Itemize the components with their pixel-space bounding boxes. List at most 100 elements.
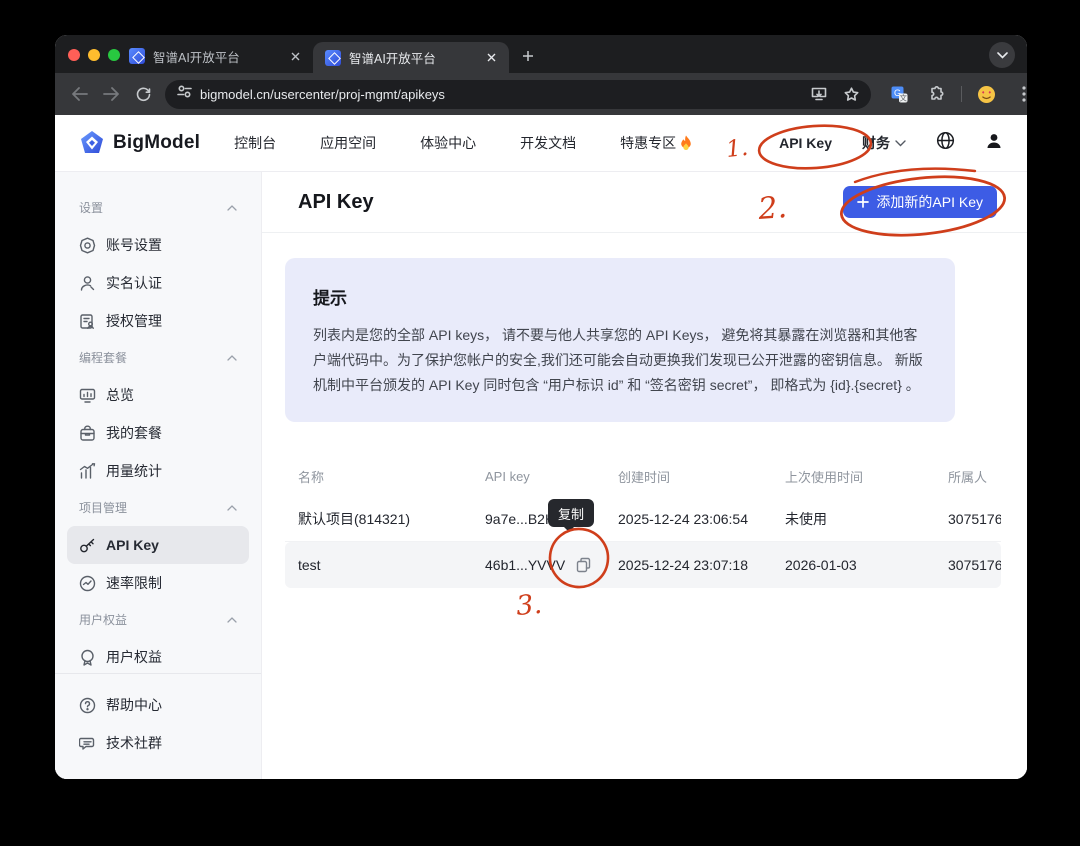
address-bar[interactable]: bigmodel.cn/usercenter/proj-mgmt/apikeys <box>165 80 871 109</box>
sidebar-item-account-settings[interactable]: 账号设置 <box>67 226 249 264</box>
minimize-window-button[interactable] <box>88 49 100 61</box>
browser-tab-2-active[interactable]: 智谱AI开放平台 <box>313 42 509 73</box>
document-person-icon <box>79 313 96 330</box>
add-api-key-button[interactable]: 添加新的API Key <box>843 186 997 218</box>
extensions-icon[interactable] <box>923 80 951 108</box>
translate-icon[interactable]: G 文 <box>885 80 913 108</box>
item-label: 速率限制 <box>106 573 162 593</box>
chevron-up-icon <box>227 617 237 623</box>
item-label: 账号设置 <box>106 235 162 255</box>
col-header-name: 名称 <box>298 467 485 486</box>
tab-title: 智谱AI开放平台 <box>349 48 475 67</box>
group-label: 设置 <box>79 199 103 216</box>
col-header-api-key: API key <box>485 469 618 484</box>
plus-icon <box>857 196 869 208</box>
browser-toolbar: bigmodel.cn/usercenter/proj-mgmt/apikeys… <box>55 73 1027 115</box>
nav-item-finance[interactable]: 财务 <box>862 133 906 153</box>
copy-icon[interactable] <box>574 556 592 574</box>
chat-bubbles-icon <box>79 735 96 752</box>
group-label: 用户权益 <box>79 611 127 628</box>
profile-avatar[interactable] <box>972 80 1000 108</box>
close-window-button[interactable] <box>68 49 80 61</box>
site-info-icon[interactable] <box>177 84 192 104</box>
api-key-text: 9a7e...B2H <box>485 511 555 527</box>
site-favicon <box>129 48 145 64</box>
install-app-icon[interactable] <box>807 82 831 106</box>
nav-item-console[interactable]: 控制台 <box>234 133 276 153</box>
item-label: 用户权益 <box>106 647 162 667</box>
tooltip-label: 复制 <box>558 504 584 523</box>
sidebar-group-coding-plan[interactable]: 编程套餐 <box>67 340 249 376</box>
group-label: 编程套餐 <box>79 349 127 366</box>
tab-search-button[interactable] <box>989 42 1015 68</box>
sidebar-item-user-benefits[interactable]: 用户权益 <box>67 638 249 673</box>
notice-title: 提示 <box>313 284 927 309</box>
api-key-text: 46b1...YVVV <box>485 557 565 573</box>
table-header-row: 名称 API key 创建时间 上次使用时间 所属人 <box>285 456 1001 496</box>
page-title: API Key <box>298 191 374 214</box>
cell-last-used: 未使用 <box>785 509 948 529</box>
dashboard-icon <box>79 387 96 404</box>
sidebar-item-rate-limit[interactable]: 速率限制 <box>67 564 249 602</box>
person-icon <box>79 275 96 292</box>
sidebar-group-settings[interactable]: 设置 <box>67 190 249 226</box>
reload-icon[interactable] <box>129 80 157 108</box>
toolbar-divider <box>961 86 962 102</box>
tab-close-icon[interactable] <box>287 48 303 64</box>
bar-chart-icon <box>79 463 96 480</box>
sidebar-item-tech-community[interactable]: 技术社群 <box>67 724 249 762</box>
col-header-owner: 所属人 <box>948 467 1001 486</box>
site-favicon <box>325 50 341 66</box>
browser-tab-1[interactable]: 智谱AI开放平台 <box>117 39 313 73</box>
col-header-created: 创建时间 <box>618 467 785 486</box>
table-row[interactable]: test 46b1...YVVV 2025-12-24 23:07:18 <box>285 542 1001 588</box>
chrome-menu-icon[interactable] <box>1010 80 1027 108</box>
cell-owner: 30751766 <box>948 511 1001 527</box>
sidebar: 设置 账号设置 实名认证 <box>55 172 262 779</box>
tab-strip: 智谱AI开放平台 智谱AI开放平台 <box>55 35 1027 73</box>
key-icon <box>79 537 96 554</box>
gauge-icon <box>79 575 96 592</box>
cell-created: 2025-12-24 23:06:54 <box>618 511 785 527</box>
item-label: 实名认证 <box>106 273 162 293</box>
sidebar-group-project-management[interactable]: 项目管理 <box>67 490 249 526</box>
table-row[interactable]: 默认项目(814321) 9a7e...B2H 2025-12-24 23:06… <box>285 496 1001 542</box>
bigmodel-logo[interactable]: BigModel <box>79 130 200 156</box>
content-header: API Key 添加新的API Key <box>262 172 1027 233</box>
url-text[interactable]: bigmodel.cn/usercenter/proj-mgmt/apikeys <box>200 87 799 102</box>
sidebar-item-overview[interactable]: 总览 <box>67 376 249 414</box>
forward-icon[interactable] <box>97 80 125 108</box>
sidebar-item-usage-stats[interactable]: 用量统计 <box>67 452 249 490</box>
item-label: API Key <box>106 537 159 553</box>
sidebar-item-real-name-verification[interactable]: 实名认证 <box>67 264 249 302</box>
nav-item-promo-zone[interactable]: 特惠专区 <box>620 133 693 153</box>
language-globe-icon[interactable] <box>936 131 955 155</box>
sidebar-item-authorization-management[interactable]: 授权管理 <box>67 302 249 340</box>
sidebar-item-api-key[interactable]: API Key <box>67 526 249 564</box>
chevron-up-icon <box>227 205 237 211</box>
nav-item-api-key[interactable]: API Key <box>779 135 832 151</box>
sidebar-group-user-benefits[interactable]: 用户权益 <box>67 602 249 638</box>
bookmark-star-icon[interactable] <box>839 82 863 106</box>
zoom-window-button[interactable] <box>108 49 120 61</box>
app-nav: BigModel 控制台 应用空间 体验中心 开发文档 特惠专区 API Key… <box>55 115 1027 172</box>
notice-body: 列表内是您的全部 API keys， 请不要与他人共享您的 API Keys， … <box>313 323 927 398</box>
sidebar-item-help-center[interactable]: 帮助中心 <box>67 686 249 724</box>
fire-icon <box>679 135 693 151</box>
promo-label: 特惠专区 <box>620 133 676 153</box>
new-tab-button[interactable] <box>515 43 541 69</box>
question-circle-icon <box>79 697 96 714</box>
nav-item-app-space[interactable]: 应用空间 <box>320 133 376 153</box>
nav-item-dev-docs[interactable]: 开发文档 <box>520 133 576 153</box>
notice-box: 提示 列表内是您的全部 API keys， 请不要与他人共享您的 API Key… <box>285 258 955 422</box>
account-icon[interactable] <box>985 132 1003 155</box>
cell-api-key: 46b1...YVVV <box>485 556 618 574</box>
account-settings-icon <box>79 237 96 254</box>
item-label: 授权管理 <box>106 311 162 331</box>
sidebar-item-my-plan[interactable]: 我的套餐 <box>67 414 249 452</box>
tab-close-icon[interactable] <box>483 50 499 66</box>
nav-item-experience-center[interactable]: 体验中心 <box>420 133 476 153</box>
sidebar-scroll-area[interactable]: 设置 账号设置 实名认证 <box>55 172 261 673</box>
cell-owner: 30751766 <box>948 557 1001 573</box>
back-icon[interactable] <box>65 80 93 108</box>
